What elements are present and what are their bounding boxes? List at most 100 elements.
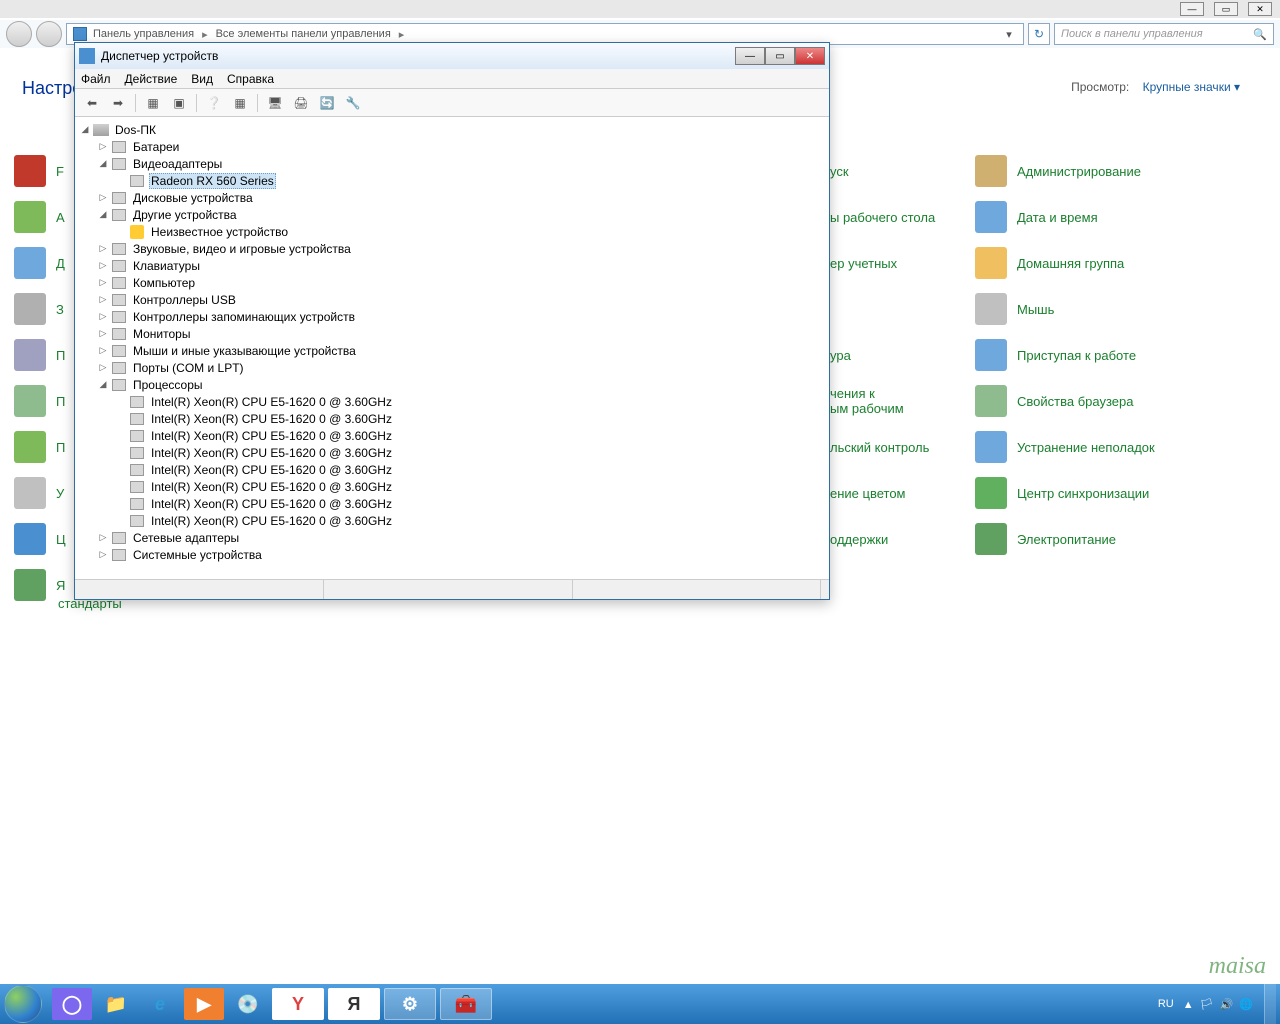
cp-item[interactable]: льский контроль [830, 424, 980, 470]
tree-toggle[interactable]: ▷ [97, 345, 109, 357]
cp-item[interactable]: ы рабочего стола [830, 194, 980, 240]
maximize-button[interactable]: ▭ [1214, 2, 1238, 16]
toolbar-button[interactable]: 🖥 [264, 92, 286, 114]
toolbar-button[interactable]: 🔄 [316, 92, 338, 114]
tree-row[interactable]: Intel(R) Xeon(R) CPU E5-1620 0 @ 3.60GHz [75, 444, 829, 461]
tree-toggle[interactable]: ▷ [97, 243, 109, 255]
toolbar-button[interactable]: 🔧 [342, 92, 364, 114]
tree-row[interactable]: Radeon RX 560 Series [75, 172, 829, 189]
tree-row[interactable]: ▷Мыши и иные указывающие устройства [75, 342, 829, 359]
tree-row[interactable]: Intel(R) Xeon(R) CPU E5-1620 0 @ 3.60GHz [75, 427, 829, 444]
cp-item[interactable]: П [14, 424, 70, 470]
menu-item[interactable]: Справка [227, 72, 274, 86]
breadcrumb-dropdown[interactable]: ▾ [1001, 28, 1017, 41]
toolbar-button[interactable]: ❔ [203, 92, 225, 114]
cp-item[interactable]: ение цветом [830, 470, 980, 516]
menu-item[interactable]: Действие [125, 72, 178, 86]
cp-item[interactable]: З [14, 286, 70, 332]
tree-row[interactable]: ◢Другие устройства [75, 206, 829, 223]
tree-row[interactable]: ▷Контроллеры запоминающих устройств [75, 308, 829, 325]
tree-row[interactable]: ▷Дисковые устройства [75, 189, 829, 206]
tree-toggle[interactable]: ▷ [97, 277, 109, 289]
taskbar-explorer-button[interactable]: 📁 [96, 988, 136, 1020]
tree-row[interactable]: Intel(R) Xeon(R) CPU E5-1620 0 @ 3.60GHz [75, 393, 829, 410]
tree-toggle[interactable]: ◢ [79, 124, 91, 136]
cp-item[interactable]: Мышь [975, 286, 1235, 332]
tray-icon[interactable]: 🔊 [1220, 999, 1234, 1011]
nav-forward-button[interactable] [36, 21, 62, 47]
view-selector[interactable]: Просмотр: Крупные значки ▾ [1071, 80, 1240, 94]
taskbar-yandex-button[interactable]: Y [272, 988, 324, 1020]
cp-item[interactable]: Устранение неполадок [975, 424, 1235, 470]
dm-minimize-button[interactable]: — [735, 47, 765, 65]
cp-item[interactable]: Центр синхронизации [975, 470, 1235, 516]
tree-row[interactable]: ▷Порты (COM и LPT) [75, 359, 829, 376]
cp-item[interactable]: оддержки [830, 516, 980, 562]
cp-item[interactable] [830, 286, 980, 332]
tree-toggle[interactable]: ▷ [97, 311, 109, 323]
cp-item[interactable]: чения к ым рабочим [830, 378, 980, 424]
show-desktop-button[interactable] [1264, 984, 1276, 1024]
tree-toggle[interactable]: ◢ [97, 158, 109, 170]
tray-icon[interactable]: 🏳 [1200, 999, 1214, 1011]
tree-row[interactable]: ▷Мониторы [75, 325, 829, 342]
tree-row[interactable]: Неизвестное устройство [75, 223, 829, 240]
tree-toggle[interactable]: ▷ [97, 532, 109, 544]
close-button[interactable]: ✕ [1248, 2, 1272, 16]
taskbar-ie-button[interactable]: e [140, 988, 180, 1020]
refresh-button[interactable]: ↻ [1028, 23, 1050, 45]
taskbar-toolbox-button[interactable]: 🧰 [440, 988, 492, 1020]
tree-row[interactable]: ▷Звуковые, видео и игровые устройства [75, 240, 829, 257]
taskbar-yandex-search-button[interactable]: Я [328, 988, 380, 1020]
cp-item[interactable]: Свойства браузера [975, 378, 1235, 424]
cp-item[interactable]: ер учетных [830, 240, 980, 286]
tree-toggle[interactable]: ◢ [97, 209, 109, 221]
cp-item[interactable]: Домашняя группа [975, 240, 1235, 286]
start-button[interactable] [4, 985, 42, 1023]
toolbar-button[interactable]: ➡ [107, 92, 129, 114]
view-value[interactable]: Крупные значки ▾ [1143, 80, 1240, 94]
tree-toggle[interactable]: ▷ [97, 549, 109, 561]
tree-row[interactable]: Intel(R) Xeon(R) CPU E5-1620 0 @ 3.60GHz [75, 461, 829, 478]
system-tray[interactable]: RU ▲🏳🔊🌐 [1158, 998, 1264, 1011]
toolbar-button[interactable]: ▦ [229, 92, 251, 114]
cp-item[interactable]: Администрирование [975, 148, 1235, 194]
cp-item[interactable] [830, 562, 980, 608]
tree-row[interactable]: Intel(R) Xeon(R) CPU E5-1620 0 @ 3.60GHz [75, 512, 829, 529]
device-tree[interactable]: ◢Dos-ПК▷Батареи◢ВидеоадаптерыRadeon RX 5… [75, 117, 829, 579]
search-icon[interactable]: 🔍 [1253, 28, 1267, 41]
toolbar-button[interactable]: ⬅ [81, 92, 103, 114]
cp-item[interactable]: А [14, 194, 70, 240]
tree-row[interactable]: ▷Системные устройства [75, 546, 829, 563]
tree-toggle[interactable]: ▷ [97, 362, 109, 374]
minimize-button[interactable]: — [1180, 2, 1204, 16]
cp-item[interactable]: П [14, 332, 70, 378]
cp-item[interactable]: уск [830, 148, 980, 194]
tree-toggle[interactable]: ▷ [97, 294, 109, 306]
cp-item[interactable]: F [14, 148, 70, 194]
tree-row[interactable]: ▷Клавиатуры [75, 257, 829, 274]
cp-item[interactable]: Дата и время [975, 194, 1235, 240]
tree-row[interactable]: Intel(R) Xeon(R) CPU E5-1620 0 @ 3.60GHz [75, 495, 829, 512]
menu-item[interactable]: Файл [81, 72, 111, 86]
toolbar-button[interactable]: 🖨 [290, 92, 312, 114]
dm-titlebar[interactable]: Диспетчер устройств — ▭ ✕ [75, 43, 829, 69]
nav-back-button[interactable] [6, 21, 32, 47]
tree-toggle[interactable]: ▷ [97, 141, 109, 153]
taskbar-cortana-button[interactable]: ◯ [52, 988, 92, 1020]
tree-row[interactable]: ▷Сетевые адаптеры [75, 529, 829, 546]
cp-item[interactable]: П [14, 378, 70, 424]
tray-lang[interactable]: RU [1158, 998, 1174, 1010]
tray-icon[interactable]: 🌐 [1239, 999, 1253, 1011]
tree-row[interactable]: ◢Dos-ПК [75, 121, 829, 138]
breadcrumb-part-0[interactable]: Панель управления [93, 28, 194, 40]
toolbar-button[interactable]: ▣ [168, 92, 190, 114]
tree-row[interactable]: ▷Компьютер [75, 274, 829, 291]
tree-toggle[interactable]: ▷ [97, 328, 109, 340]
tree-row[interactable]: ▷Контроллеры USB [75, 291, 829, 308]
dm-maximize-button[interactable]: ▭ [765, 47, 795, 65]
tree-toggle[interactable]: ▷ [97, 260, 109, 272]
taskbar-wmp-button[interactable]: ▶ [184, 988, 224, 1020]
cp-item[interactable]: Д [14, 240, 70, 286]
tree-row[interactable]: Intel(R) Xeon(R) CPU E5-1620 0 @ 3.60GHz [75, 478, 829, 495]
